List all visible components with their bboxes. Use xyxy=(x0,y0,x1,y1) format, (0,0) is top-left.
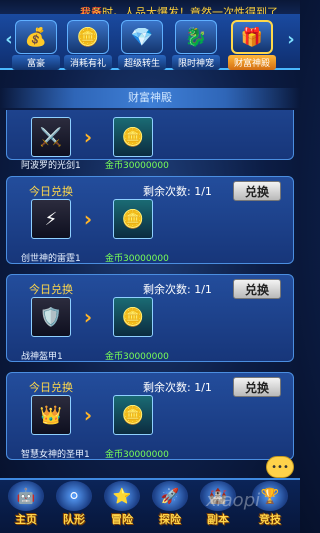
today-exchange-label: 今日兑换 xyxy=(29,283,73,296)
tab-rich[interactable]: 💰 富豪 xyxy=(12,20,60,70)
tab-label: 富豪 xyxy=(12,55,60,70)
reward-text: 金币30000000 xyxy=(105,352,169,362)
treasure-chest-icon: 🎁 xyxy=(231,20,273,54)
holy-armor-item-icon[interactable]: 👑 xyxy=(31,395,71,435)
chevron-right-icon: › xyxy=(83,305,93,329)
tab-label: 限时神宠 xyxy=(172,55,220,70)
nav-adventure[interactable]: ⭐ 冒险 xyxy=(100,481,144,531)
nav-explore[interactable]: 🚀 探险 xyxy=(148,481,192,531)
item-name: 战神盔甲1 xyxy=(21,352,63,362)
section-title: 财富神殿 xyxy=(0,88,300,108)
chat-bubble-icon[interactable]: ••• xyxy=(266,456,294,478)
exchange-card: 今日兑换 剩余次数: 1/1 兑换 ⚡ › 🪙 创世神的雷霆1 金币300000… xyxy=(6,176,294,264)
watermark: xiaopi xyxy=(206,490,261,511)
chevron-right-icon: › xyxy=(83,207,93,231)
chevron-right-icon: › xyxy=(83,403,93,427)
gold-coin-icon[interactable]: 🪙 xyxy=(113,199,153,239)
tab-limited-pet[interactable]: 🐉 限时神宠 xyxy=(172,20,220,70)
pokeball-icon: ⚪ xyxy=(56,481,92,511)
star-icon: ⭐ xyxy=(104,481,140,511)
gold-bag-icon: 💰 xyxy=(15,20,57,54)
nav-label: 冒险 xyxy=(111,513,133,526)
exchange-list[interactable]: ⚔️ › 🪙 阿波罗的光剑1 金币30000000 今日兑换 剩余次数: 1/1… xyxy=(6,110,294,470)
exchange-card: 今日兑换 剩余次数: 1/1 兑换 👑 › 🪙 智慧女神的圣甲1 金币30000… xyxy=(6,372,294,460)
item-name: 智慧女神的圣甲1 xyxy=(21,450,90,460)
nav-label: 探险 xyxy=(159,513,181,526)
nav-formation[interactable]: ⚪ 队形 xyxy=(52,481,96,531)
crystal-icon: 💎 xyxy=(121,20,163,54)
activity-tab-bar: ‹ 💰 富豪 🪙 消耗有礼 💎 超级转生 🐉 限时神宠 🎁 财富神殿 › xyxy=(0,14,300,70)
remaining-count: 剩余次数: 1/1 xyxy=(143,381,212,394)
reward-text: 金币30000000 xyxy=(105,450,169,460)
gold-coin-icon[interactable]: 🪙 xyxy=(113,117,153,157)
reward-text: 金币30000000 xyxy=(105,161,169,171)
spaceship-icon: 🚀 xyxy=(152,481,188,511)
today-exchange-label: 今日兑换 xyxy=(29,185,73,198)
tab-label: 消耗有礼 xyxy=(64,55,112,70)
exchange-card: 今日兑换 剩余次数: 1/1 兑换 🛡️ › 🪙 战神盔甲1 金币3000000… xyxy=(6,274,294,362)
tab-super-rebirth[interactable]: 💎 超级转生 xyxy=(118,20,166,70)
exchange-button[interactable]: 兑换 xyxy=(233,181,281,201)
tab-consume-gift[interactable]: 🪙 消耗有礼 xyxy=(64,20,112,70)
chevron-right-icon[interactable]: › xyxy=(284,30,298,50)
item-name: 阿波罗的光剑1 xyxy=(21,161,81,171)
pet-icon: 🐉 xyxy=(175,20,217,54)
nav-label: 队形 xyxy=(63,513,85,526)
remaining-count: 剩余次数: 1/1 xyxy=(143,185,212,198)
exchange-button[interactable]: 兑换 xyxy=(233,377,281,397)
nav-label: 竞技 xyxy=(259,513,281,526)
exchange-card: ⚔️ › 🪙 阿波罗的光剑1 金币30000000 xyxy=(6,110,294,171)
today-exchange-label: 今日兑换 xyxy=(29,381,73,394)
thunder-item-icon[interactable]: ⚡ xyxy=(31,199,71,239)
chevron-right-icon: › xyxy=(83,125,93,149)
coin-pile-icon: 🪙 xyxy=(67,20,109,54)
gold-coin-icon[interactable]: 🪙 xyxy=(113,297,153,337)
home-icon: 🤖 xyxy=(8,481,44,511)
exchange-button[interactable]: 兑换 xyxy=(233,279,281,299)
lightsaber-item-icon[interactable]: ⚔️ xyxy=(31,117,71,157)
nav-label: 副本 xyxy=(207,513,229,526)
tab-label: 财富神殿 xyxy=(228,55,276,70)
nav-label: 主页 xyxy=(15,513,37,526)
remaining-count: 剩余次数: 1/1 xyxy=(143,283,212,296)
item-name: 创世神的雷霆1 xyxy=(21,254,81,264)
tab-wealth-temple[interactable]: 🎁 财富神殿 xyxy=(228,20,276,70)
armor-item-icon[interactable]: 🛡️ xyxy=(31,297,71,337)
tab-label: 超级转生 xyxy=(118,55,166,70)
gold-coin-icon[interactable]: 🪙 xyxy=(113,395,153,435)
reward-text: 金币30000000 xyxy=(105,254,169,264)
nav-home[interactable]: 🤖 主页 xyxy=(4,481,48,531)
